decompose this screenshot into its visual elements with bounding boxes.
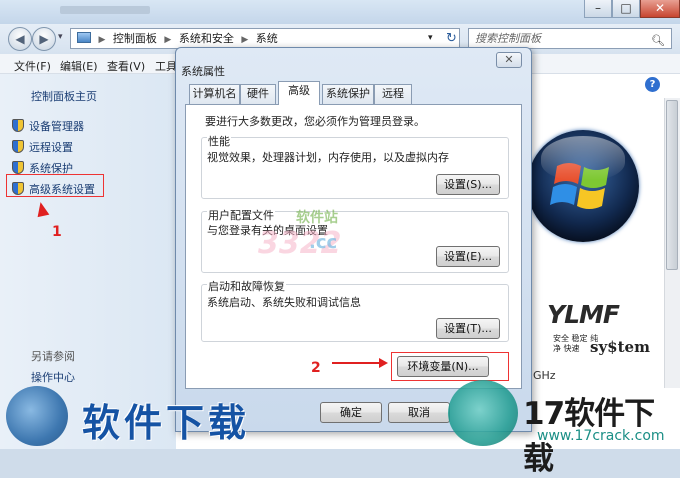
startup-recovery-settings-button[interactable]: 设置(T)... <box>436 318 500 339</box>
forward-button[interactable]: ▶ <box>32 27 56 51</box>
admin-note: 要进行大多数更改，您必须作为管理员登录。 <box>205 115 425 128</box>
search-icon[interactable]: 🔍︎ <box>651 31 665 50</box>
watermark-left-text: 软件下载 <box>82 400 251 445</box>
highlight-box-advanced-settings <box>6 174 104 197</box>
dialog-title: 系统属性 <box>181 65 225 78</box>
address-dropdown-icon[interactable]: ▾ <box>428 33 433 43</box>
menu-tools[interactable]: 工具 <box>155 58 177 74</box>
recent-pages-dropdown[interactable]: ▾ <box>58 32 63 42</box>
watermark-site-cc: .cc <box>309 232 338 253</box>
shield-icon <box>12 119 24 132</box>
annotation-label-1: 1 <box>52 224 62 240</box>
help-icon[interactable]: ? <box>645 77 660 92</box>
watermark-right-url: www.17crack.com <box>537 428 665 444</box>
breadcrumb-separator: ▶ <box>241 35 249 45</box>
dragon-logo-icon <box>6 386 68 446</box>
startup-recovery-group-title: 启动和故障恢复 <box>207 278 286 294</box>
address-field[interactable]: ▶ 控制面板 ▶ 系统和安全 ▶ 系统 <box>70 28 460 49</box>
breadcrumb-system-security[interactable]: 系统和安全 <box>179 29 234 48</box>
cpu-speed-suffix: GHz <box>533 369 556 382</box>
tab-computer-name[interactable]: 计算机名 <box>189 84 240 104</box>
maximize-button[interactable]: □ <box>612 0 640 18</box>
breadcrumb-separator: ▶ <box>98 35 106 45</box>
tab-advanced[interactable]: 高级 <box>278 81 320 105</box>
close-button[interactable]: ✕ <box>640 0 680 18</box>
menu-view[interactable]: 查看(V) <box>107 58 145 74</box>
sidebar-item-device-manager[interactable]: 设备管理器 <box>12 118 84 134</box>
dialog-close-button[interactable]: ✕ <box>496 52 522 68</box>
cancel-button[interactable]: 取消 <box>388 402 450 423</box>
shield-icon <box>12 140 24 153</box>
ylmf-logo: YLMF <box>547 300 620 329</box>
breadcrumb-system[interactable]: 系统 <box>256 29 278 48</box>
user-profile-group-title: 用户配置文件 <box>207 207 275 223</box>
sidebar-action-center[interactable]: 操作中心 <box>31 369 75 385</box>
control-panel-icon <box>77 32 91 43</box>
watermark-site-small: 软件站 <box>296 210 338 226</box>
sidebar-control-panel-home[interactable]: 控制面板主页 <box>31 88 97 104</box>
windows-logo-shine <box>541 136 625 180</box>
tab-hardware[interactable]: 硬件 <box>240 84 276 104</box>
refresh-icon[interactable]: ↻ <box>446 31 457 46</box>
performance-group-desc: 视觉效果，处理器计划，内存使用，以及虚拟内存 <box>207 151 449 164</box>
menu-edit[interactable]: 编辑(E) <box>60 58 98 74</box>
user-profile-settings-button[interactable]: 设置(E)... <box>436 246 500 267</box>
sidebar-item-label: 远程设置 <box>29 141 73 154</box>
tab-remote[interactable]: 远程 <box>374 84 412 104</box>
search-input[interactable]: 搜索控制面板 🔍︎ <box>468 28 672 49</box>
annotation-arrow-2-head <box>379 358 388 368</box>
crack-site-logo-icon <box>448 380 518 446</box>
scrollbar-thumb[interactable] <box>666 100 678 270</box>
window-title-blur <box>60 6 150 14</box>
annotation-label-2: 2 <box>311 360 321 376</box>
tab-system-protection[interactable]: 系统保护 <box>322 84 374 104</box>
sidebar-item-label: 设备管理器 <box>29 120 84 133</box>
ok-button[interactable]: 确定 <box>320 402 382 423</box>
minimize-button[interactable]: – <box>584 0 612 18</box>
startup-recovery-group-desc: 系统启动、系统失败和调试信息 <box>207 296 361 309</box>
performance-settings-button[interactable]: 设置(S)... <box>436 174 500 195</box>
annotation-arrow-1 <box>34 200 50 218</box>
menu-file[interactable]: 文件(F) <box>14 58 51 74</box>
breadcrumb-separator: ▶ <box>164 35 172 45</box>
breadcrumb-control-panel[interactable]: 控制面板 <box>113 29 157 48</box>
highlight-box-environment-variables <box>391 352 509 381</box>
ylmf-system-text: sy$tem <box>590 338 650 356</box>
back-button[interactable]: ◀ <box>8 27 32 51</box>
see-also-title: 另请参阅 <box>31 350 75 363</box>
annotation-arrow-2 <box>332 362 382 364</box>
search-placeholder: 搜索控制面板 <box>475 32 541 45</box>
performance-group-title: 性能 <box>207 133 231 149</box>
shield-icon <box>12 161 24 174</box>
sidebar-item-remote-settings[interactable]: 远程设置 <box>12 139 73 155</box>
